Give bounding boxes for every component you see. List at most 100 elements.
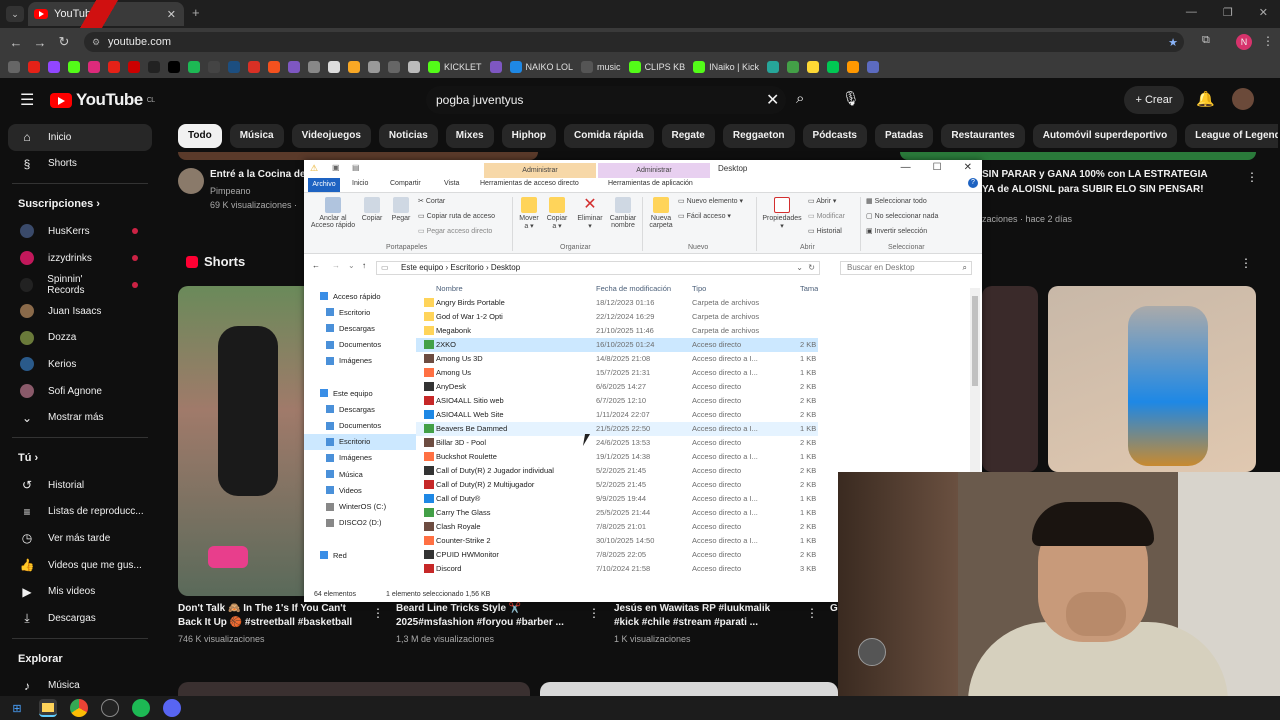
short-thumbnail[interactable] — [1048, 286, 1256, 472]
nav-item[interactable]: Descargas — [304, 320, 416, 336]
nav-item[interactable]: Escritorio — [304, 433, 416, 450]
short-title[interactable]: Don't Talk 🙈 In The 1's If You Can't — [178, 602, 346, 616]
explorer-titlebar[interactable]: ⚠ ▣ ▤ Administrar Administrar Desktop — … — [304, 160, 982, 178]
file-row[interactable]: Call of Duty(R) 2 Multijugador 5/2/2025 2… — [416, 478, 818, 492]
bookmark-kicklet[interactable]: KICKLET — [428, 61, 482, 73]
scrollbar-thumb[interactable] — [972, 296, 978, 386]
filter-chip[interactable]: Música — [229, 124, 284, 148]
filter-chip[interactable]: Videojuegos — [291, 124, 371, 148]
sidebar-item-you[interactable]: ▶ Mis videos — [0, 578, 160, 605]
sidebar-item-you[interactable]: ↺ Historial — [0, 472, 160, 499]
nav-item[interactable]: DISCO2 (D:) — [304, 515, 416, 531]
recent-locations-icon[interactable]: ⌄ — [348, 261, 355, 270]
breadcrumb-desktop[interactable]: Desktop — [491, 263, 520, 272]
minimize-icon[interactable]: — — [1186, 6, 1197, 19]
nav-item[interactable]: Documentos — [304, 337, 416, 353]
bookmark-icon[interactable] — [806, 61, 819, 73]
filter-chip[interactable]: League of Legends — [1185, 124, 1278, 148]
copy-button[interactable]: Copiar — [360, 197, 384, 222]
bookmark-icon[interactable] — [48, 61, 60, 73]
filter-chip[interactable]: Patadas — [875, 124, 934, 148]
column-date[interactable]: Fecha de modificación — [596, 284, 671, 293]
address-breadcrumb[interactable]: ▭ Este equipo › Escritorio › Desktop ⌄ ↻ — [376, 261, 820, 275]
select-none-button[interactable]: ▢ No seleccionar nada — [866, 212, 938, 220]
microphone-icon[interactable]: 🎙 — [842, 90, 860, 107]
sidebar-item-shorts[interactable]: § Shorts — [0, 151, 160, 178]
bookmark-clips-kb[interactable]: CLIPS KB — [628, 61, 685, 73]
filter-chip[interactable]: Comida rápida — [564, 124, 654, 148]
nav-item[interactable]: Imágenes — [304, 450, 416, 466]
video-title[interactable]: Entré a la Cocina de — [210, 168, 306, 182]
subscription-item[interactable]: HusKerrs — [0, 218, 160, 245]
filter-chip[interactable]: Pódcasts — [802, 124, 867, 148]
filter-chip[interactable]: Mixes — [445, 124, 494, 148]
filter-chip[interactable]: Todo — [178, 124, 222, 148]
tab-close-icon[interactable]: ✕ — [167, 8, 176, 21]
search-icon[interactable]: ⌕ — [796, 90, 804, 107]
bookmark-icon[interactable] — [786, 61, 799, 73]
modify-button[interactable]: ▭ Modificar — [808, 212, 845, 220]
bookmark-icon[interactable] — [866, 61, 879, 73]
tab-shortcut-tools[interactable]: Herramientas de acceso directo — [480, 180, 579, 187]
rename-button[interactable]: Cambiar nombre — [606, 197, 640, 229]
invert-selection-button[interactable]: ▣ Invertir selección — [866, 227, 927, 235]
bookmark-icon[interactable] — [148, 61, 160, 73]
pin-quick-access-button[interactable]: Anclar al Acceso rápido — [308, 197, 358, 229]
forward-icon[interactable]: → — [332, 261, 340, 270]
nav-item[interactable]: Escritorio — [304, 304, 416, 320]
help-icon[interactable]: ? — [968, 178, 978, 188]
sidebar-item-you[interactable]: ⤓ Descargas — [0, 605, 160, 632]
hamburger-menu-icon[interactable]: ☰ — [20, 90, 34, 110]
nav-item[interactable]: Descargas — [304, 401, 416, 417]
bookmark-icon[interactable] — [846, 61, 859, 73]
bookmark-star-icon[interactable]: ★ — [1168, 36, 1178, 49]
file-row[interactable]: Call of Duty® 9/9/2025 19:44 Acceso direct… — [416, 492, 818, 506]
history-button[interactable]: ▭ Historial — [808, 227, 842, 235]
nav-item[interactable]: WinterOS (C:) — [304, 498, 416, 514]
discord-taskbar-icon[interactable] — [163, 699, 181, 717]
profile-avatar[interactable]: N — [1236, 34, 1252, 50]
bookmark-icon[interactable] — [68, 61, 80, 73]
file-explorer-taskbar-icon[interactable] — [39, 699, 57, 717]
spotify-taskbar-icon[interactable] — [132, 699, 150, 717]
you-header[interactable]: Tú › — [0, 444, 160, 472]
bookmark-icon[interactable] — [408, 61, 420, 73]
nav-item[interactable]: Imágenes — [304, 353, 416, 369]
tab-inicio[interactable]: Inicio — [352, 180, 368, 187]
column-name[interactable]: Nombre — [436, 284, 463, 293]
youtube-logo[interactable]: YouTube CL — [50, 90, 155, 110]
bookmark-icon[interactable] — [348, 61, 360, 73]
video-thumbnail[interactable] — [900, 152, 1256, 160]
nav-item[interactable]: Este equipo — [304, 385, 416, 401]
explorer-search-input[interactable]: Buscar en Desktop ⌕ — [840, 261, 972, 275]
properties-button[interactable]: Propiedades ▾ — [760, 197, 804, 230]
bookmark-icon[interactable] — [208, 61, 220, 73]
sidebar-item-inicio[interactable]: ⌂ Inicio — [8, 124, 152, 151]
video-thumbnail[interactable] — [178, 682, 530, 696]
subscription-item[interactable]: Sofi Agnone — [0, 378, 160, 405]
notifications-bell-icon[interactable]: 🔔 — [1196, 90, 1215, 108]
clear-search-icon[interactable]: ✕ — [766, 90, 779, 110]
short-thumbnail[interactable] — [982, 286, 1038, 472]
nav-item[interactable]: Documentos — [304, 418, 416, 434]
video-thumbnail[interactable] — [540, 682, 838, 696]
file-row[interactable]: Counter-Strike 2 30/10/2025 14:50 Acceso d… — [416, 534, 818, 548]
account-avatar[interactable] — [1232, 88, 1254, 110]
file-row[interactable]: Megabonk 21/10/2025 11:46 Carpeta de archi… — [416, 324, 818, 338]
bookmark-icon[interactable] — [328, 61, 340, 73]
file-row[interactable]: Call of Duty(R) 2 Jugador individual 5/2/… — [416, 464, 818, 478]
open-button[interactable]: ▭ Abrir ▾ — [808, 197, 836, 205]
short-title-line2[interactable]: Back It Up 🏀 #streetball #basketball — [178, 616, 352, 630]
bookmark-icon[interactable] — [188, 61, 200, 73]
nav-item[interactable]: Red — [304, 547, 416, 563]
bookmark-icon[interactable] — [108, 61, 120, 73]
file-row[interactable]: Billar 3D - Pool 24/6/2025 13:53 Acceso di… — [416, 436, 818, 450]
file-row[interactable]: ASIO4ALL Web Site 1/11/2024 22:07 Acceso d… — [416, 408, 818, 422]
menu-icon[interactable]: ⋮ — [1262, 34, 1274, 48]
select-all-button[interactable]: ▦ Seleccionar todo — [866, 197, 927, 205]
easy-access-button[interactable]: ▭ Fácil acceso ▾ — [678, 212, 731, 220]
bookmark-icon[interactable] — [228, 61, 240, 73]
more-options-icon[interactable]: ⋮ — [1240, 256, 1252, 270]
copy-path-button[interactable]: ▭ Copiar ruta de acceso — [418, 212, 495, 220]
short-title[interactable]: Jesús en Wawitas RP #luukmalik — [614, 602, 770, 616]
